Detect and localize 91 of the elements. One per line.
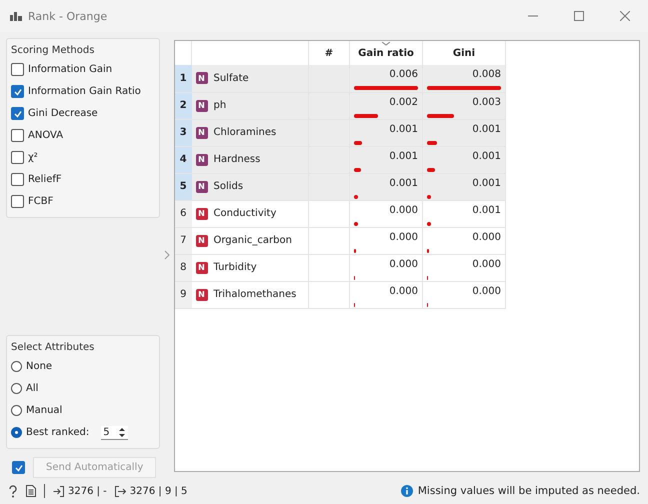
- help-icon[interactable]: [8, 484, 18, 498]
- score-value: 0.008: [471, 69, 501, 80]
- row-number[interactable]: 2: [175, 92, 192, 119]
- sort-indicator-icon: [382, 42, 390, 46]
- checkbox-label[interactable]: Gini Decrease: [28, 108, 98, 119]
- score-value: 0.006: [388, 69, 418, 80]
- score-value: 0.001: [388, 150, 418, 162]
- score-value: 0.001: [471, 178, 501, 188]
- attribute-name: Solids: [214, 181, 244, 192]
- variable-type-icon: N: [196, 72, 208, 84]
- info-icon: [400, 485, 413, 497]
- score-value: 0.000: [388, 232, 418, 242]
- variable-type-icon: N: [196, 154, 208, 166]
- attribute-name: Turbidity: [214, 262, 257, 273]
- input-icon: [53, 486, 64, 496]
- score-value: 0.001: [471, 150, 501, 162]
- row-number[interactable]: 4: [175, 146, 192, 173]
- checkbox[interactable]: [11, 107, 24, 120]
- group-title: Scoring Methods: [11, 45, 96, 56]
- window-title: Rank - Orange: [28, 10, 108, 22]
- column-header[interactable]: Gain ratio: [350, 41, 422, 65]
- radio-label[interactable]: None: [26, 361, 52, 372]
- score-value: 0.000: [471, 232, 501, 242]
- checkbox[interactable]: [11, 151, 24, 164]
- checkbox-label[interactable]: FCBF: [28, 196, 54, 207]
- attribute-name: Sulfate: [214, 72, 249, 84]
- maximize-icon[interactable]: [574, 11, 584, 21]
- radio-button[interactable]: [11, 427, 22, 438]
- checkbox-label[interactable]: Information Gain Ratio: [28, 86, 141, 97]
- radio-label[interactable]: Best ranked:: [26, 427, 90, 438]
- row-number[interactable]: 7: [175, 227, 192, 254]
- checkbox-label[interactable]: ReliefF: [28, 174, 62, 185]
- document-icon[interactable]: [26, 485, 36, 497]
- score-value: 0.002: [388, 96, 418, 108]
- checkbox[interactable]: [11, 63, 24, 76]
- output-summary: 3276 | 9 | 5: [130, 486, 188, 496]
- row-number[interactable]: 3: [175, 119, 192, 146]
- attribute-name: Trihalomethanes: [214, 289, 296, 300]
- variable-type-icon: N: [196, 234, 208, 246]
- checkbox-label[interactable]: ANOVA: [28, 130, 64, 141]
- score-value: 0.001: [471, 204, 501, 216]
- check-icon: [14, 110, 22, 118]
- close-icon[interactable]: [620, 11, 630, 21]
- radio-button[interactable]: [11, 383, 22, 394]
- row-number[interactable]: 5: [175, 173, 192, 200]
- score-value: 0.001: [388, 178, 418, 188]
- attribute-name: ph: [214, 100, 226, 111]
- variable-type-icon: N: [196, 180, 208, 192]
- column-header[interactable]: Gini: [422, 41, 506, 65]
- score-value: 0.000: [471, 258, 501, 270]
- score-value: 0.001: [388, 124, 418, 134]
- checkbox[interactable]: [12, 461, 25, 474]
- variable-type-icon: N: [196, 208, 208, 220]
- check-icon: [14, 88, 22, 96]
- variable-type-icon: N: [196, 262, 208, 274]
- radio-button[interactable]: [11, 405, 22, 416]
- radio-label[interactable]: All: [26, 383, 38, 394]
- score-value: 0.000: [388, 258, 418, 270]
- checkbox[interactable]: [11, 129, 24, 142]
- app-icon: [10, 11, 22, 21]
- checkbox[interactable]: [11, 173, 24, 186]
- variable-type-icon: N: [196, 100, 208, 112]
- row-number[interactable]: 9: [175, 281, 192, 308]
- attribute-name: Chloramines: [214, 127, 276, 138]
- radio-label[interactable]: Manual: [26, 405, 62, 416]
- attribute-name: Hardness: [214, 154, 260, 165]
- score-value: 0.000: [388, 204, 418, 216]
- spin-arrows-icon[interactable]: [118, 426, 126, 438]
- number-spinbox[interactable]: 5: [101, 426, 128, 440]
- status-message: Missing values will be imputed as needed.: [418, 485, 640, 497]
- radio-button[interactable]: [11, 361, 22, 372]
- score-value: 0.000: [388, 286, 418, 296]
- attribute-name: Conductivity: [214, 208, 276, 219]
- check-icon: [14, 464, 22, 472]
- score-value: 0.003: [471, 96, 501, 108]
- checkbox-label[interactable]: Information Gain: [28, 64, 112, 75]
- group-title: Select Attributes: [11, 342, 96, 353]
- checkbox-label[interactable]: χ²: [28, 152, 38, 163]
- row-number[interactable]: 6: [175, 200, 192, 227]
- column-header[interactable]: #: [308, 41, 350, 65]
- checkbox[interactable]: [11, 195, 24, 208]
- row-number[interactable]: 1: [175, 65, 192, 92]
- input-summary: 3276 | -: [68, 486, 107, 496]
- output-icon: [114, 486, 126, 496]
- attribute-name: Organic_carbon: [214, 235, 292, 246]
- row-number[interactable]: 8: [175, 254, 192, 281]
- score-value: 0.001: [471, 124, 501, 134]
- score-value: 0.000: [471, 286, 501, 296]
- variable-type-icon: N: [196, 126, 208, 138]
- checkbox[interactable]: [11, 85, 24, 98]
- variable-type-icon: N: [196, 288, 208, 300]
